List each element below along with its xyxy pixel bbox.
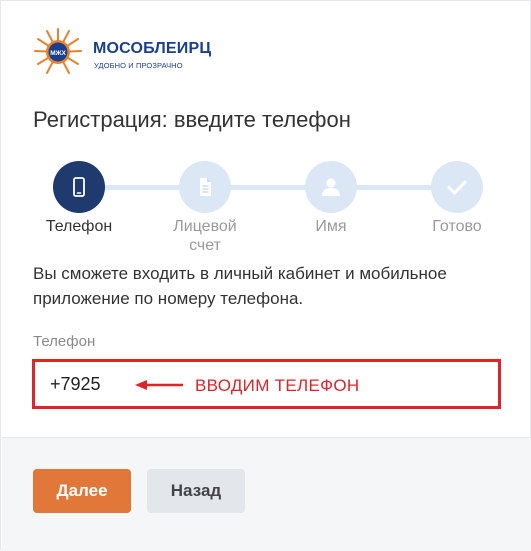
step-name-circle: [305, 161, 357, 213]
phone-field[interactable]: +7925 ВВОДИМ ТЕЛЕФОН: [32, 359, 501, 409]
step-account-circle: [179, 161, 231, 213]
phone-field-label: Телефон: [33, 333, 96, 350]
brand-tagline: УДОБНО И ПРОЗРАЧНО: [94, 61, 183, 70]
form-footer: Далее Назад: [2, 437, 531, 551]
arrow-left-icon: [135, 380, 183, 390]
step-account[interactable]: Лицевой счет: [155, 161, 255, 255]
phone-input[interactable]: +7925: [50, 374, 101, 395]
registration-card: МЖХ МОСОБЛЕИРЦ УДОБНО И ПРОЗРАЧНО Регист…: [0, 0, 531, 551]
sun-logo-icon: МЖХ: [34, 28, 82, 74]
document-icon: [200, 178, 211, 196]
step-name[interactable]: Имя: [281, 161, 381, 236]
step-phone-label: Телефон: [45, 218, 113, 235]
step-account-label: Лицевой счет: [173, 218, 237, 254]
next-button[interactable]: Далее: [33, 469, 131, 513]
checkmark-icon: [447, 180, 467, 195]
registration-stepper: Телефон Лицевой счет Имя Готово: [1, 161, 531, 256]
brand-logo[interactable]: МЖХ МОСОБЛЕИРЦ УДОБНО И ПРОЗРАЧНО: [33, 27, 253, 77]
page-title: Регистрация: введите телефон: [33, 107, 351, 132]
step-done[interactable]: Готово: [407, 161, 507, 236]
user-icon: [322, 178, 340, 196]
step-done-label: Готово: [432, 218, 482, 235]
stepper-track: [79, 185, 457, 190]
logo-mark-text: МЖХ: [50, 50, 66, 57]
phone-description: Вы сможете входить в личный кабинет и мо…: [33, 264, 447, 308]
step-phone-circle: [53, 161, 105, 213]
annotation-label: ВВОДИМ ТЕЛЕФОН: [195, 376, 360, 395]
step-phone[interactable]: Телефон: [29, 161, 129, 236]
step-done-circle: [431, 161, 483, 213]
step-name-label: Имя: [315, 218, 347, 235]
phone-icon: [73, 177, 85, 197]
brand-name: МОСОБЛЕИРЦ: [93, 40, 212, 57]
back-button[interactable]: Назад: [147, 469, 245, 513]
